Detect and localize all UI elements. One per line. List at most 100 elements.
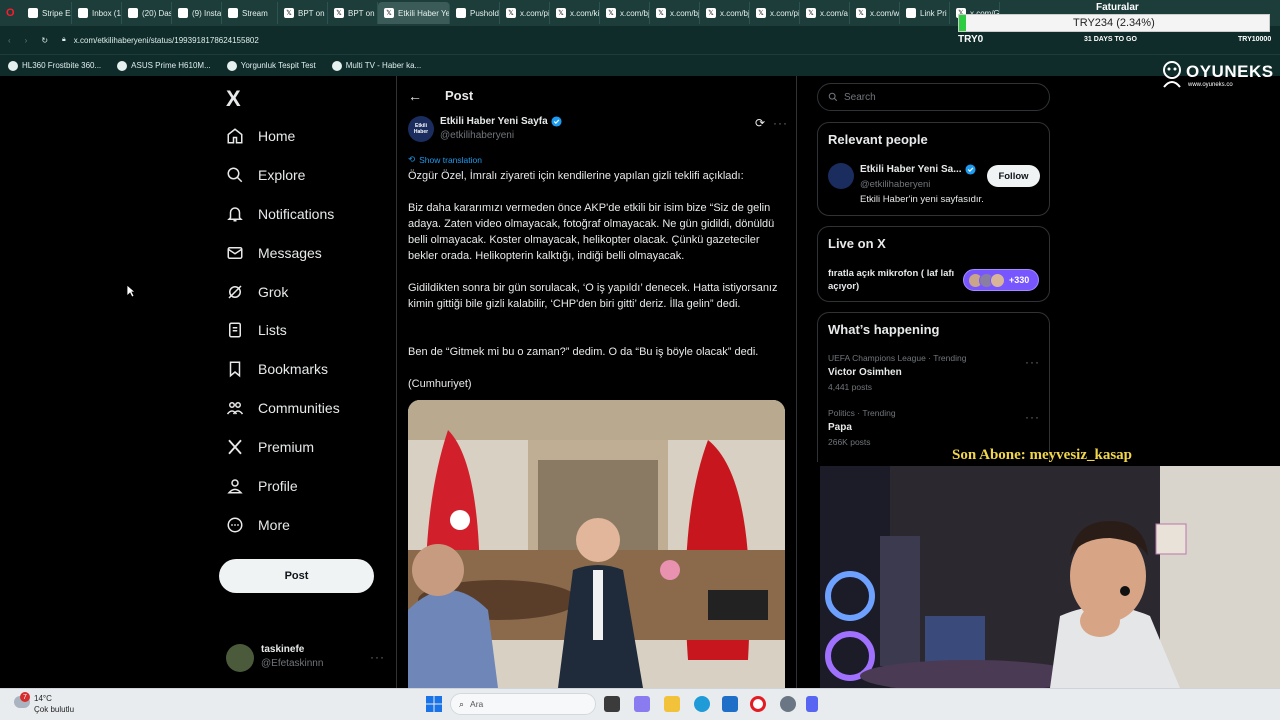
x-logo[interactable]: X [226,86,241,112]
author-handle[interactable]: @etkilihaberyeni [440,130,514,141]
bookmark-favicon-icon [117,60,128,71]
live-space-title[interactable]: fıratla açık mikrofon ( laf lafı açıyor) [828,267,958,293]
reload-icon[interactable]: ↻ [41,36,48,45]
account-handle: @Efetaskinnn [261,658,324,669]
nav-label: Explore [258,167,306,183]
nav-lists[interactable]: Lists [226,321,287,339]
store-icon[interactable] [722,696,738,712]
browser-tab[interactable]: Stripe Ex [22,2,72,24]
url-field[interactable]: x.com/etkilihaberyeni/status/19939181786… [74,36,259,45]
browser-tab[interactable]: 𝕏x.com/ki [550,2,600,24]
browser-tab[interactable]: 𝕏x.com/bj [650,2,700,24]
follow-button[interactable]: Follow [987,165,1040,187]
post-text-paragraph: Biz daha kararımızı vermeden önce AKP'de… [408,202,775,262]
more-circle-icon [227,517,243,533]
search-placeholder: Search [844,91,876,103]
post-image[interactable] [408,400,785,688]
tab-label: Stripe Ex [42,8,72,18]
bookmark-item[interactable]: HL360 Frostbite 360... [8,60,101,71]
weather-widget[interactable]: 7 14°C Çok bulutlu [12,692,102,718]
browser-tab[interactable]: Pusholdc [450,2,500,24]
browser-tab[interactable]: 𝕏 BPT on X [328,2,378,24]
tab-label: Etkili Haber Yen [398,8,450,18]
stripe-icon [28,8,38,18]
nav-premium[interactable]: Premium [226,438,314,456]
verified-badge-icon [551,116,562,127]
mail-icon [78,8,88,18]
browser-tab[interactable]: Link Pri [900,2,950,24]
back-arrow-icon[interactable]: ← [408,88,422,104]
search-icon [828,92,838,102]
task-view-icon[interactable] [604,696,620,712]
tab-label: BPT on X [298,8,327,18]
trend-posts: 266K posts [828,437,871,447]
nav-label: More [258,517,290,533]
discord-icon[interactable] [806,696,818,712]
nav-more[interactable]: More [226,516,290,534]
bookmark-item[interactable]: Multi TV - Haber ka... [331,60,421,71]
browser-tab[interactable]: Inbox (1 [72,2,122,24]
post-button[interactable]: Post [219,559,374,593]
copilot-icon[interactable] [634,696,650,712]
browser-tab[interactable]: (20) Das [122,2,172,24]
bookmark-item[interactable]: ASUS Prime H610M... [117,60,211,71]
post-author[interactable]: Etkili Haber Yeni Sayfa [440,116,562,127]
forward-icon[interactable]: › [25,36,28,45]
trend-item[interactable]: UEFA Champions League · Trending Victor … [828,353,1040,397]
lock-icon: 🔒︎ [62,36,66,43]
doc-icon [456,8,466,18]
windows-start-icon[interactable] [426,696,442,712]
trend-item[interactable]: Politics · Trending Papa 266K posts ··· [828,408,1040,452]
grok-explain-icon[interactable]: ⟳ [755,116,765,130]
mouse-cursor-icon [126,284,136,298]
goal-progress-bar: TRY234 (2.34%) [958,14,1270,32]
trend-more-icon[interactable]: ··· [1025,355,1040,369]
live-title: Live on X [828,236,886,251]
back-icon[interactable]: ‹ [8,36,11,45]
nav-grok[interactable]: Grok [226,283,288,301]
bell-icon [227,207,243,222]
browser-tab[interactable]: 𝕏x.com/w [850,2,900,24]
browser-tab[interactable]: 𝕏x.com/bj [700,2,750,24]
nav-notifications[interactable]: Notifications [226,205,334,223]
relevant-people-title: Relevant people [828,132,928,147]
avatar[interactable] [828,163,854,189]
kick-icon [228,8,238,18]
nav-bookmarks[interactable]: Bookmarks [226,360,328,378]
file-explorer-icon[interactable] [664,696,680,712]
live-listeners-pill[interactable]: +330 [963,269,1039,291]
nav-home[interactable]: Home [226,127,295,145]
opera-icon[interactable] [750,696,766,712]
browser-tab[interactable]: 𝕏 Etkili Haber Yen [378,2,450,24]
nav-communities[interactable]: Communities [226,399,340,417]
opera-logo-icon[interactable]: O [0,2,22,24]
x-premium-icon [228,439,242,455]
page-title: Post [445,88,474,103]
browser-tab[interactable]: 𝕏 BPT on X [278,2,328,24]
nav-explore[interactable]: Explore [226,166,305,184]
browser-tab[interactable]: Stream [222,2,278,24]
post-more-icon[interactable]: ··· [773,116,788,130]
bookmark-item[interactable]: Yorgunluk Tespit Test [226,60,316,71]
account-switcher[interactable]: taskinefe @Efetaskinnn ··· [226,644,386,674]
browser-tab[interactable]: 𝕏x.com/pi [750,2,800,24]
browser-tab[interactable]: 𝕏x.com/bj [600,2,650,24]
more-dots-icon[interactable]: ··· [370,650,385,664]
trend-more-icon[interactable]: ··· [1025,410,1040,424]
browser-tab[interactable]: 𝕏x.com/a [800,2,850,24]
edge-icon[interactable] [694,696,710,712]
bookmark-icon [229,361,241,378]
oyuneks-mascot-icon [1163,61,1181,88]
search-box[interactable]: Search [817,83,1050,111]
relevant-name-row[interactable]: Etkili Haber Yeni Sa... [860,164,976,175]
nav-messages[interactable]: Messages [226,244,322,262]
settings-icon[interactable] [780,696,796,712]
post-avatar[interactable]: Etkili Haber [408,116,434,142]
taskbar-search[interactable]: ⌕ Ara [450,693,596,715]
nav-profile[interactable]: Profile [226,477,298,495]
verified-badge-icon [964,164,976,175]
browser-tab[interactable]: 𝕏x.com/pi [500,2,550,24]
browser-tab[interactable]: (9) Insta [172,2,222,24]
show-translation-link[interactable]: ⟲ Show translation [408,154,482,165]
x-icon: 𝕏 [656,8,666,18]
